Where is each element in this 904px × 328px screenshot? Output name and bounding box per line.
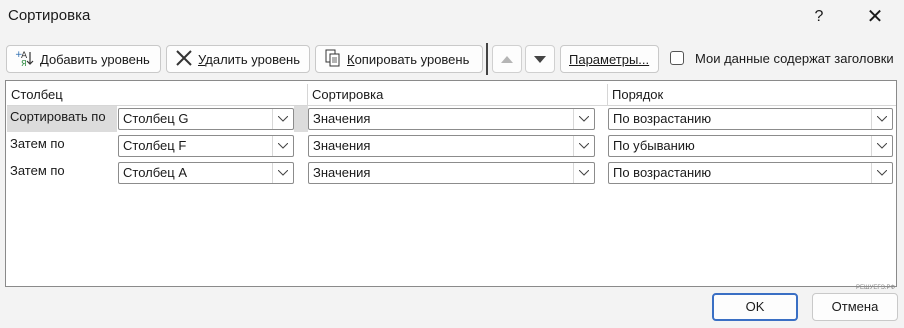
chevron-down-icon[interactable] [871, 109, 892, 129]
close-button[interactable]: ✕ [862, 4, 888, 30]
delete-level-label: далить уровень [205, 51, 301, 67]
sort-on-select[interactable]: Значения [308, 135, 595, 157]
sort-on-select[interactable]: Значения [308, 108, 595, 130]
toolbar-separator [486, 43, 488, 75]
help-button[interactable]: ? [806, 4, 832, 30]
triangle-up-icon [501, 56, 513, 63]
sort-on-select-value: Значения [313, 165, 371, 180]
move-up-button[interactable] [492, 45, 522, 73]
copy-icon [324, 49, 342, 70]
has-headers-label: Мои данные содержат заголовки [695, 51, 894, 66]
column-select-value: Столбец A [123, 165, 187, 180]
chevron-down-icon[interactable] [272, 163, 293, 183]
sort-levels-grid: Столбец Сортировка Порядок Сортировать п… [5, 80, 897, 287]
order-select[interactable]: По убыванию [608, 135, 893, 157]
column-select[interactable]: Столбец A [118, 162, 294, 184]
add-level-hotkey: Д [40, 51, 49, 67]
chevron-down-icon[interactable] [573, 109, 594, 129]
chevron-down-icon[interactable] [272, 109, 293, 129]
column-select[interactable]: Столбец G [118, 108, 294, 130]
sort-on-select-value: Значения [313, 111, 371, 126]
copy-level-button[interactable]: Копировать уровень [315, 45, 483, 73]
dialog-title: Сортировка [8, 7, 91, 24]
order-select-value: По возрастанию [613, 111, 712, 126]
chevron-down-icon[interactable] [573, 163, 594, 183]
options-button[interactable]: Параметры... [560, 45, 659, 73]
header-order: Порядок [608, 84, 896, 106]
copy-level-label: опировать уровень [354, 51, 470, 67]
chevron-down-icon[interactable] [871, 136, 892, 156]
svg-text:Я: Я [21, 59, 27, 67]
row-label[interactable]: Сортировать по [7, 106, 117, 132]
column-select-value: Столбец G [123, 111, 189, 126]
chevron-down-icon[interactable] [871, 163, 892, 183]
copy-level-hotkey: К [347, 51, 355, 67]
ok-button[interactable]: OK [712, 293, 798, 321]
chevron-down-icon[interactable] [272, 136, 293, 156]
order-select-value: По возрастанию [613, 165, 712, 180]
options-hotkey: П [569, 51, 579, 67]
triangle-down-icon [534, 56, 546, 63]
order-select-value: По убыванию [613, 138, 695, 153]
header-column: Столбец [7, 84, 307, 106]
options-label: араметры... [578, 51, 650, 67]
delete-level-button[interactable]: Удалить уровень [166, 45, 310, 73]
chevron-down-icon[interactable] [573, 136, 594, 156]
row-label[interactable]: Затем по [7, 133, 117, 159]
column-select-value: Столбец F [123, 138, 187, 153]
move-down-button[interactable] [525, 45, 555, 73]
row-label[interactable]: Затем по [7, 160, 117, 186]
column-select[interactable]: Столбец F [118, 135, 294, 157]
add-level-label: обавить уровень [48, 51, 150, 67]
add-level-icon: + А Я [15, 49, 35, 70]
delete-x-icon [175, 49, 193, 70]
has-headers-checkbox[interactable] [670, 51, 684, 65]
selected-row-highlight [294, 106, 308, 132]
watermark: РЕШУЕГЭ.РФ [856, 285, 896, 291]
sort-on-select[interactable]: Значения [308, 162, 595, 184]
order-select[interactable]: По возрастанию [608, 108, 893, 130]
add-level-button[interactable]: + А Я Добавить уровень [6, 45, 161, 73]
title-bar: Сортировка ? ✕ [0, 0, 904, 34]
header-sort-on: Сортировка [308, 84, 607, 106]
sort-on-select-value: Значения [313, 138, 371, 153]
order-select[interactable]: По возрастанию [608, 162, 893, 184]
cancel-button[interactable]: Отмена [812, 293, 898, 321]
